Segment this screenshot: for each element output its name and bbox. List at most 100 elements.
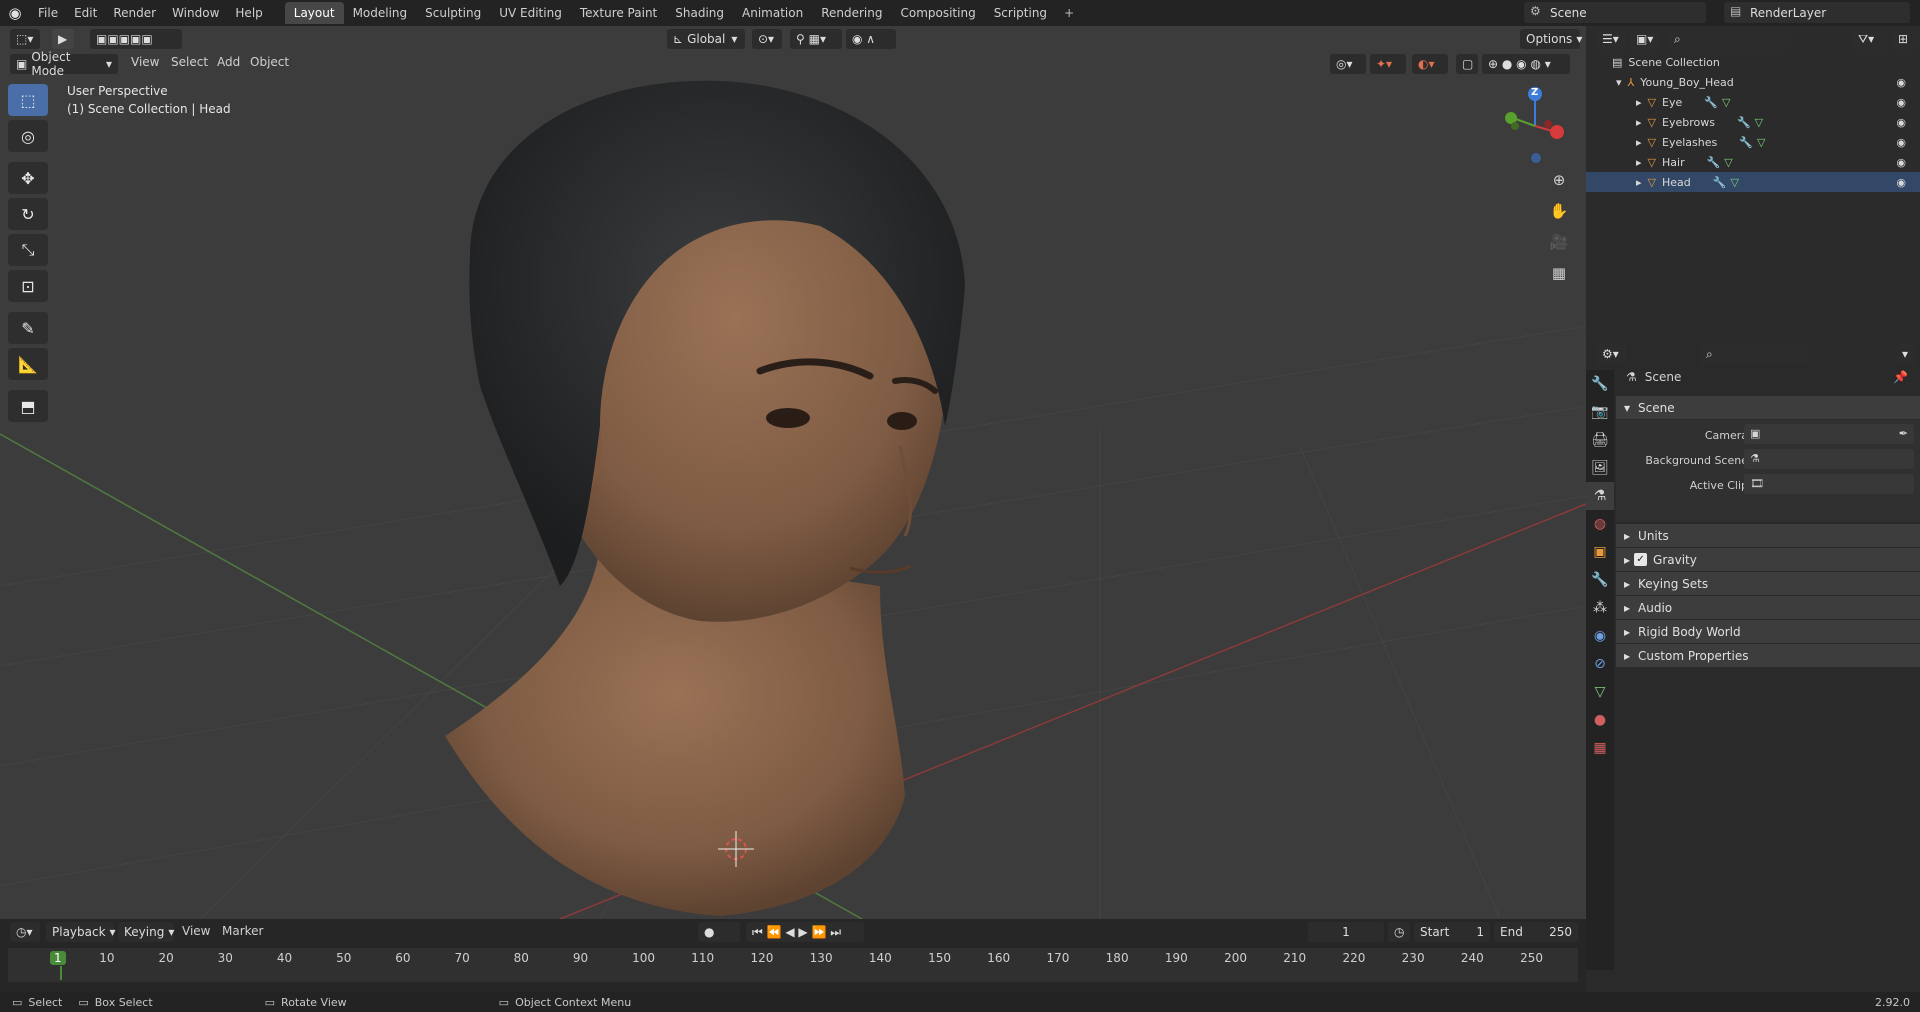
menu-object[interactable]: Object <box>250 55 289 69</box>
properties-editor-type[interactable]: ⚙▾ <box>1596 344 1626 364</box>
active-clip-field[interactable]: 🎞 <box>1744 474 1914 494</box>
gizmo-toggle-button[interactable]: ✦▾ <box>1370 54 1406 74</box>
scene-selector[interactable]: ⚙ Scene <box>1524 2 1706 23</box>
eyedropper-icon[interactable]: ✒ <box>1899 427 1908 440</box>
menu-file[interactable]: File <box>30 0 66 26</box>
tab-particles[interactable]: ⁂ <box>1586 594 1614 622</box>
tab-data[interactable]: ▽ <box>1586 678 1614 706</box>
tab-physics[interactable]: ◉ <box>1586 622 1614 650</box>
outliner-row-scene-collection[interactable]: ▤ Scene Collection <box>1586 52 1920 72</box>
tab-rendering[interactable]: Rendering <box>812 2 891 24</box>
visibility-eye-icon[interactable]: ◉ <box>1896 176 1906 189</box>
timeline-menu-marker[interactable]: Marker <box>222 924 263 938</box>
outliner-search[interactable]: ⌕ <box>1668 29 1786 49</box>
cursor-tool[interactable]: ◎ <box>8 120 48 152</box>
select-tool-mode[interactable]: ▶ <box>52 29 74 49</box>
pan-button[interactable]: ✋ <box>1545 197 1573 225</box>
outliner-row-hair[interactable]: ▸ ▽ Hair 🔧 ▽ ◉ <box>1586 152 1920 172</box>
proportional-edit-button[interactable]: ◉ ∧ <box>846 29 896 49</box>
rotate-tool[interactable]: ↻ <box>8 198 48 230</box>
transform-orientation-dropdown[interactable]: ⊾ Global ▾ <box>667 29 745 49</box>
menu-view[interactable]: View <box>131 55 159 69</box>
playhead-line[interactable] <box>60 966 62 980</box>
outliner-row-eyelashes[interactable]: ▸ ▽ Eyelashes 🔧 ▽ ◉ <box>1586 132 1920 152</box>
playback-dropdown[interactable]: Playback ▾ <box>46 922 116 942</box>
scale-tool[interactable]: ⤡ <box>8 234 48 266</box>
tab-texture-paint[interactable]: Texture Paint <box>571 2 666 24</box>
add-cube-tool[interactable]: ⬒ <box>8 390 48 422</box>
view-layer-selector[interactable]: ▤ RenderLayer <box>1724 2 1910 23</box>
current-frame-field[interactable]: 1 <box>1308 922 1384 942</box>
tab-world[interactable]: ◍ <box>1586 510 1614 538</box>
frame-ruler[interactable]: 1 10 20 30 40 50 60 70 80 90 100 110 120 130 140 150 160… <box>8 948 1578 982</box>
outliner-editor-type[interactable]: ☰▾ <box>1596 29 1626 49</box>
tab-output[interactable]: 🖨 <box>1586 426 1614 454</box>
tab-tool[interactable]: 🔧 <box>1586 370 1614 398</box>
audio-panel-header[interactable]: ▸ Audio <box>1616 596 1920 620</box>
tab-uv-editing[interactable]: UV Editing <box>490 2 571 24</box>
visibility-eye-icon[interactable]: ◉ <box>1896 156 1906 169</box>
timeline-menu-view[interactable]: View <box>182 924 210 938</box>
scene-panel-header[interactable]: ▾ Scene <box>1616 396 1920 420</box>
options-dropdown[interactable]: Options ▾ <box>1520 29 1582 49</box>
menu-help[interactable]: Help <box>227 0 270 26</box>
move-tool[interactable]: ✥ <box>8 162 48 194</box>
preview-range-button[interactable]: ◷ <box>1388 922 1410 942</box>
outliner-row-eye[interactable]: ▸ ▽ Eye 🔧 ▽ ◉ <box>1586 92 1920 112</box>
zoom-button[interactable]: ⊕ <box>1545 166 1573 194</box>
tab-modeling[interactable]: Modeling <box>344 2 417 24</box>
annotate-tool[interactable]: ✎ <box>8 312 48 344</box>
keying-dropdown[interactable]: Keying ▾ <box>118 922 174 942</box>
camera-view-button[interactable]: 🎥 <box>1545 228 1573 256</box>
visibility-eye-icon[interactable]: ◉ <box>1896 76 1906 89</box>
properties-options[interactable]: ▾ <box>1896 344 1916 364</box>
outliner-row-eyebrows[interactable]: ▸ ▽ Eyebrows 🔧 ▽ ◉ <box>1586 112 1920 132</box>
tab-sculpting[interactable]: Sculpting <box>416 2 490 24</box>
background-scene-field[interactable]: ⚗ <box>1744 449 1914 469</box>
tab-view-layer[interactable]: 🖼 <box>1586 454 1614 482</box>
new-collection-button[interactable]: ⊞ <box>1892 29 1914 49</box>
units-panel-header[interactable]: ▸ Units <box>1616 524 1920 548</box>
end-frame-field[interactable]: End 250 <box>1494 922 1578 942</box>
timeline-editor-type[interactable]: ◷▾ <box>10 922 40 942</box>
playback-controls[interactable]: ⏮ ⏪ ◀ ▶ ⏩ ⏭ <box>746 922 864 942</box>
navigation-gizmo[interactable] <box>1505 87 1564 163</box>
visibility-eye-icon[interactable]: ◉ <box>1896 116 1906 129</box>
3d-viewport[interactable]: Z ⬚▾ ▶ ▣▣▣▣▣ ⊾ Global ▾ ⊙▾ ⚲ ▦▾ ◉ ∧ Opti… <box>0 26 1586 919</box>
outliner-filter-button[interactable]: ⛛▾ <box>1852 29 1888 49</box>
xray-toggle-button[interactable]: ▢ <box>1456 54 1478 74</box>
object-mode-dropdown[interactable]: ▣ Object Mode ▾ <box>10 50 118 78</box>
pin-icon[interactable]: 📌 <box>1893 370 1908 384</box>
tab-scene[interactable]: ⚗ <box>1586 482 1614 510</box>
visibility-eye-icon[interactable]: ◉ <box>1896 136 1906 149</box>
custom-properties-panel-header[interactable]: ▸ Custom Properties <box>1616 644 1920 668</box>
properties-search[interactable]: ⌕ <box>1700 344 1808 364</box>
menu-select[interactable]: Select <box>171 55 208 69</box>
tab-scripting[interactable]: Scripting <box>985 2 1056 24</box>
gravity-panel-header[interactable]: ▸ ✓ Gravity <box>1616 548 1920 572</box>
measure-tool[interactable]: 📐 <box>8 348 48 380</box>
add-workspace-button[interactable]: + <box>1056 2 1082 24</box>
transform-tool[interactable]: ⊡ <box>8 270 48 302</box>
display-mode-button[interactable]: ▣▾ <box>1630 29 1660 49</box>
keying-sets-panel-header[interactable]: ▸ Keying Sets <box>1616 572 1920 596</box>
snap-button[interactable]: ⚲ ▦▾ <box>790 29 842 49</box>
editor-type-button[interactable]: ⬚▾ <box>10 29 40 49</box>
menu-window[interactable]: Window <box>164 0 227 26</box>
menu-render[interactable]: Render <box>105 0 164 26</box>
visibility-button[interactable]: ◎▾ <box>1330 54 1366 74</box>
tab-object[interactable]: ▣ <box>1586 538 1614 566</box>
outliner-row-head[interactable]: ▸ ▽ Head 🔧 ▽ ◉ <box>1586 172 1920 192</box>
tab-compositing[interactable]: Compositing <box>891 2 984 24</box>
shading-mode-buttons[interactable]: ⊕ ● ◉ ◍ ▾ <box>1482 54 1570 74</box>
visibility-eye-icon[interactable]: ◉ <box>1896 96 1906 109</box>
selection-mode-buttons[interactable]: ▣▣▣▣▣ <box>90 29 182 49</box>
tab-constraints[interactable]: ⊘ <box>1586 650 1614 678</box>
ortho-toggle-button[interactable]: ▦ <box>1545 259 1573 287</box>
overlay-toggle-button[interactable]: ◐▾ <box>1412 54 1448 74</box>
tab-layout[interactable]: Layout <box>284 2 344 24</box>
outliner-row-young-boy-head[interactable]: ▾ ⅄ Young_Boy_Head ◉ <box>1586 72 1920 92</box>
tab-render[interactable]: 📷 <box>1586 398 1614 426</box>
blender-logo-icon[interactable]: ◉ <box>0 0 30 26</box>
camera-field[interactable]: ▣ ✒ <box>1744 424 1914 444</box>
